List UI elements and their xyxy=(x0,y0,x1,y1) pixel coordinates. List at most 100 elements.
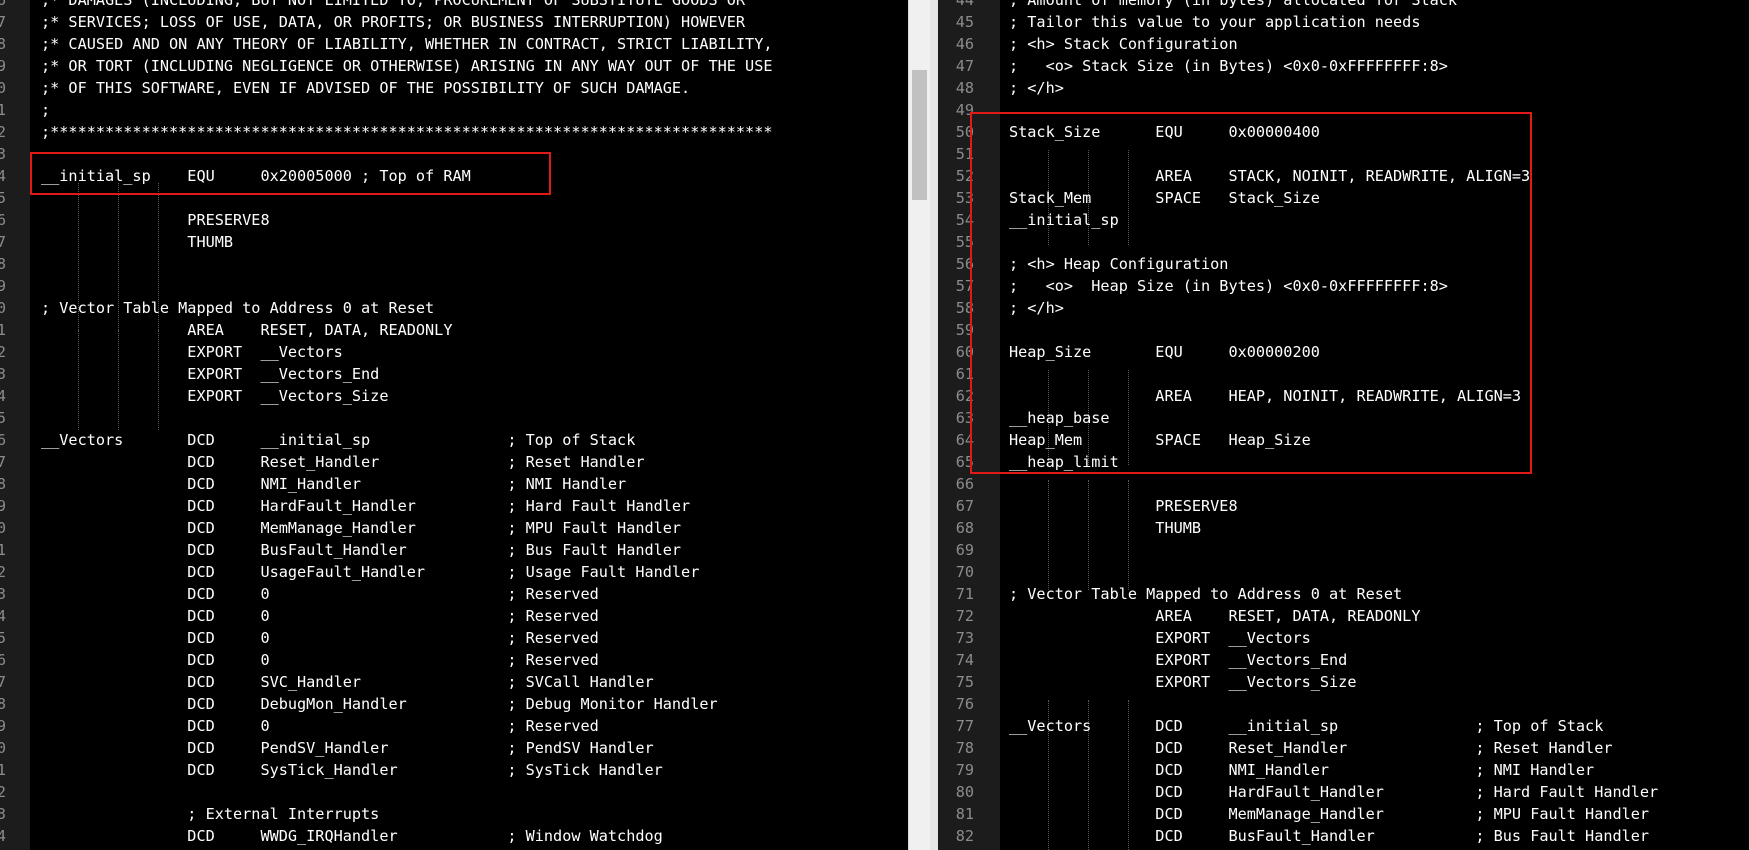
code-line: 6 DCD 0 ; Reserved xyxy=(0,649,908,671)
line-number: 3 xyxy=(0,805,6,823)
code-line: 80 DCD HardFault_Handler ; Hard Fault Ha… xyxy=(938,781,1749,803)
line-number: 71 xyxy=(955,585,974,603)
code-line: 7 DCD SVC_Handler ; SVCall Handler xyxy=(0,671,908,693)
code-line: 8 xyxy=(0,253,908,275)
line-number: 53 xyxy=(955,189,974,207)
right-editor-pane[interactable]: 44 ; Amount of memory (in bytes) allocate… xyxy=(938,0,1749,850)
line-text: ;* CAUSED AND ON ANY THEORY OF LIABILITY… xyxy=(41,35,773,53)
line-number: 44 xyxy=(955,0,974,9)
line-number: 7 xyxy=(0,13,6,31)
line-text: DCD Reset_Handler ; Reset Handler xyxy=(41,453,645,471)
code-line: 0 ;* OF THIS SOFTWARE, EVEN IF ADVISED OF… xyxy=(0,77,908,99)
line-number: 9 xyxy=(0,497,6,515)
line-text: __Vectors DCD __initial_sp ; Top of Stac… xyxy=(1009,717,1604,735)
code-line: 7 THUMB xyxy=(0,231,908,253)
code-line: 9 ;* OR TORT (INCLUDING NEGLIGENCE OR OTH… xyxy=(0,55,908,77)
line-text: DCD SysTick_Handler ; SysTick Handler xyxy=(41,761,663,779)
line-number: 48 xyxy=(955,79,974,97)
highlight-box-initial-sp xyxy=(30,152,551,195)
code-line: 0 DCD MemManage_Handler ; MPU Fault Hand… xyxy=(0,517,908,539)
code-line: 6 ;* DAMAGES (INCLUDING, BUT NOT LIMITED … xyxy=(0,0,908,11)
code-line: 8 DCD NMI_Handler ; NMI Handler xyxy=(0,473,908,495)
line-number: 1 xyxy=(0,321,6,339)
line-text: ;***************************************… xyxy=(41,123,773,141)
code-line: 71 ; Vector Table Mapped to Address 0 at … xyxy=(938,583,1749,605)
left-editor-pane[interactable]: 6 ;* DAMAGES (INCLUDING, BUT NOT LIMITED … xyxy=(0,0,908,850)
code-line: 2 xyxy=(0,781,908,803)
line-text: ;* SERVICES; LOSS OF USE, DATA, OR PROFI… xyxy=(41,13,746,31)
line-text: PRESERVE8 xyxy=(41,211,270,229)
line-number: 7 xyxy=(0,673,6,691)
line-number: 56 xyxy=(955,255,974,273)
line-text: ; <o> Stack Size (in Bytes) <0x0-0xFFFFF… xyxy=(1009,57,1448,75)
code-line: 75 EXPORT __Vectors_Size xyxy=(938,671,1749,693)
line-text: DCD HardFault_Handler ; Hard Fault Handl… xyxy=(1009,783,1659,801)
code-line: 7 DCD Reset_Handler ; Reset Handler xyxy=(0,451,908,473)
code-line: 9 DCD 0 ; Reserved xyxy=(0,715,908,737)
code-line: 48 ; </h> xyxy=(938,77,1749,99)
code-line: 4 DCD WWDG_IRQHandler ; Window Watchdog xyxy=(0,825,908,847)
line-number: 49 xyxy=(955,101,974,119)
line-number: 0 xyxy=(0,739,6,757)
line-text: ; <h> Stack Configuration xyxy=(1009,35,1238,53)
code-line: 6 __Vectors DCD __initial_sp ; Top of Sta… xyxy=(0,429,908,451)
code-line: 81 DCD MemManage_Handler ; MPU Fault Han… xyxy=(938,803,1749,825)
line-text: DCD PendSV_Handler ; PendSV Handler xyxy=(41,739,654,757)
line-number: 4 xyxy=(0,167,6,185)
line-number: 82 xyxy=(955,827,974,845)
line-number: 1 xyxy=(0,541,6,559)
line-text: DCD 0 ; Reserved xyxy=(41,629,599,647)
line-number: 3 xyxy=(0,145,6,163)
code-line: 2 EXPORT __Vectors xyxy=(0,341,908,363)
line-number: 8 xyxy=(0,475,6,493)
line-number: 6 xyxy=(0,0,6,9)
code-line: 47 ; <o> Stack Size (in Bytes) <0x0-0xFFF… xyxy=(938,55,1749,77)
line-text: ; External Interrupts xyxy=(41,805,380,823)
line-text: ;* OF THIS SOFTWARE, EVEN IF ADVISED OF … xyxy=(41,79,691,97)
code-line: 9 DCD HardFault_Handler ; Hard Fault Han… xyxy=(0,495,908,517)
line-text: EXPORT __Vectors_Size xyxy=(41,387,389,405)
code-line: 8 ;* CAUSED AND ON ANY THEORY OF LIABILIT… xyxy=(0,33,908,55)
line-text: DCD 0 ; Reserved xyxy=(41,607,599,625)
line-text: AREA RESET, DATA, READONLY xyxy=(1009,607,1421,625)
line-number: 2 xyxy=(0,343,6,361)
line-number: 7 xyxy=(0,233,6,251)
code-line: 7 ;* SERVICES; LOSS OF USE, DATA, OR PROF… xyxy=(0,11,908,33)
line-number: 8 xyxy=(0,695,6,713)
line-text: AREA RESET, DATA, READONLY xyxy=(41,321,453,339)
line-number: 70 xyxy=(955,563,974,581)
line-number: 4 xyxy=(0,827,6,845)
code-line: 73 EXPORT __Vectors xyxy=(938,627,1749,649)
line-text: ; </h> xyxy=(1009,79,1064,97)
line-text: ; Amount of memory (in bytes) allocated … xyxy=(1009,0,1458,9)
line-number: 7 xyxy=(0,453,6,471)
line-text: EXPORT __Vectors_End xyxy=(41,365,380,383)
vertical-scrollbar[interactable] xyxy=(908,0,931,850)
code-line: 72 AREA RESET, DATA, READONLY xyxy=(938,605,1749,627)
line-number: 63 xyxy=(955,409,974,427)
line-text: ;* DAMAGES (INCLUDING, BUT NOT LIMITED T… xyxy=(41,0,746,9)
line-text: DCD 0 ; Reserved xyxy=(41,585,599,603)
scrollbar-thumb[interactable] xyxy=(912,70,927,200)
line-text: DCD MemManage_Handler ; MPU Fault Handle… xyxy=(1009,805,1650,823)
code-line: 44 ; Amount of memory (in bytes) allocate… xyxy=(938,0,1749,11)
line-number: 2 xyxy=(0,783,6,801)
line-number: 79 xyxy=(955,761,974,779)
code-line: 74 EXPORT __Vectors_End xyxy=(938,649,1749,671)
line-number: 64 xyxy=(955,431,974,449)
line-number: 77 xyxy=(955,717,974,735)
line-number: 0 xyxy=(0,519,6,537)
line-number: 68 xyxy=(955,519,974,537)
line-number: 3 xyxy=(0,585,6,603)
code-line: 2 DCD UsageFault_Handler ; Usage Fault H… xyxy=(0,561,908,583)
code-line: 66 xyxy=(938,473,1749,495)
line-number: 5 xyxy=(0,629,6,647)
code-line: 0 ; Vector Table Mapped to Address 0 at R… xyxy=(0,297,908,319)
code-line: 46 ; <h> Stack Configuration xyxy=(938,33,1749,55)
code-line: 68 THUMB xyxy=(938,517,1749,539)
line-number: 3 xyxy=(0,365,6,383)
line-number: 76 xyxy=(955,695,974,713)
line-text: THUMB xyxy=(1009,519,1202,537)
split-divider[interactable] xyxy=(930,0,938,850)
line-number: 75 xyxy=(955,673,974,691)
